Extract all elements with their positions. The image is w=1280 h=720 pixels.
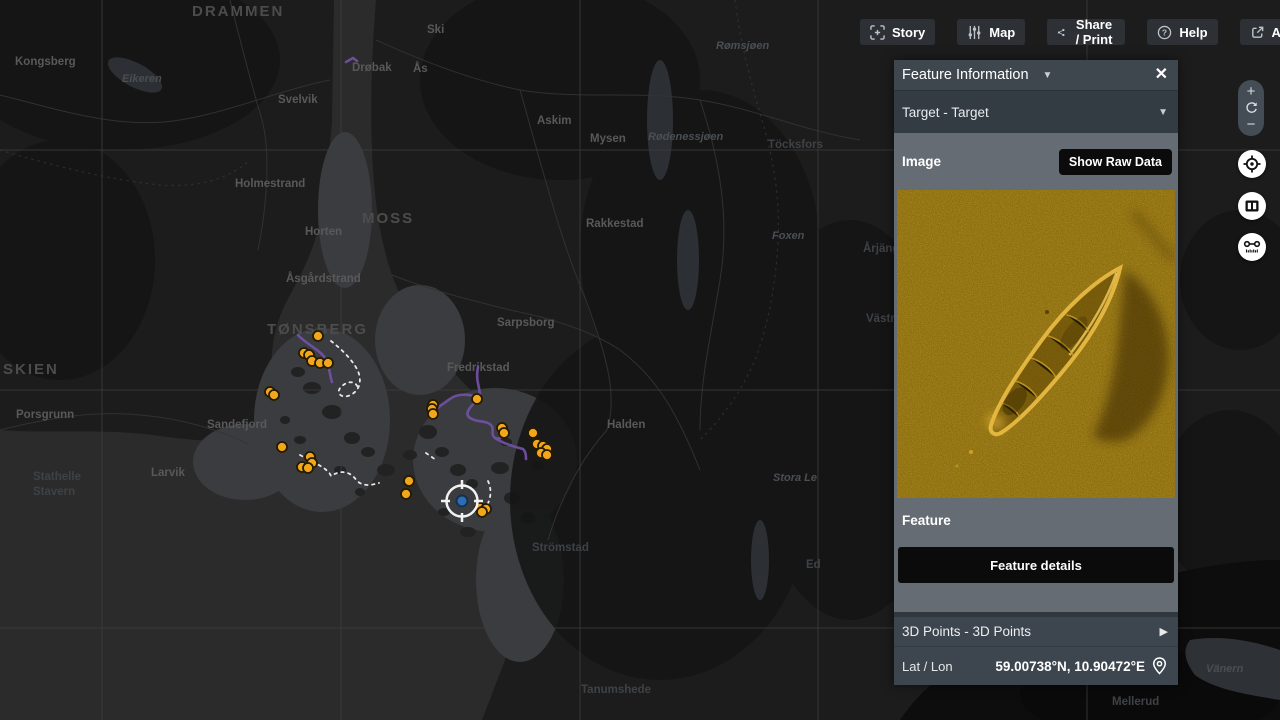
map-label: Larvik [151, 467, 185, 479]
top-toolbar: Story Map Share / Print ? Help [860, 19, 1280, 45]
measure-button[interactable] [1238, 233, 1266, 261]
feature-information-panel: Feature Information ▼ ✕ Target - Target … [894, 60, 1178, 685]
image-section-header: Image Show Raw Data [894, 133, 1178, 190]
target-marker[interactable] [401, 489, 411, 499]
map-label: Stathelle [33, 471, 81, 483]
sonar-image[interactable] [897, 190, 1175, 498]
map-label: Mellerud [1112, 696, 1159, 708]
target-marker[interactable] [428, 409, 438, 419]
locate-button[interactable] [1238, 150, 1266, 178]
show-raw-data-button[interactable]: Show Raw Data [1059, 149, 1172, 175]
latlon-row: Lat / Lon 59.00738°N, 10.90472°E [894, 647, 1178, 685]
map-label: Rødenessjøen [648, 131, 723, 143]
map-label: Kongsberg [15, 56, 76, 68]
target-marker[interactable] [499, 428, 509, 438]
map-label: Stavern [33, 486, 75, 498]
map-label: DRAMMEN [192, 3, 284, 20]
target-selector-row[interactable]: Target - Target ▼ [894, 90, 1178, 133]
split-view-icon [1243, 197, 1261, 215]
target-marker[interactable] [477, 507, 487, 517]
map-label: Horten [305, 226, 342, 238]
selected-point-dot [457, 496, 468, 507]
layers-sliders-icon [967, 25, 982, 40]
map-label: Strömstad [532, 542, 589, 554]
panel-title: Feature Information [902, 67, 1029, 83]
zoom-in-button[interactable]: + [1247, 84, 1256, 99]
map-label: Tanumshede [581, 684, 651, 696]
target-marker[interactable] [542, 450, 552, 460]
map-label: SKIEN [3, 361, 59, 378]
map-label: Ed [806, 559, 821, 571]
map-button[interactable]: Map [957, 19, 1025, 45]
3d-points-label: 3D Points - 3D Points [902, 624, 1031, 639]
panel-body: Image Show Raw Data [894, 133, 1178, 612]
story-button[interactable]: Story [860, 19, 935, 45]
close-panel-button[interactable]: ✕ [1155, 67, 1168, 83]
feature-section-header: Feature [902, 512, 1170, 530]
about-button-label: About [1272, 25, 1280, 40]
target-marker[interactable] [313, 331, 323, 341]
target-marker[interactable] [528, 428, 538, 438]
map-label: MOSS [362, 210, 414, 227]
measure-icon [1242, 237, 1262, 257]
map-label: Porsgrunn [16, 409, 74, 421]
panel-header: Feature Information ▼ ✕ [894, 60, 1178, 90]
help-button[interactable]: ? Help [1147, 19, 1217, 45]
external-link-icon [1250, 25, 1265, 40]
target-marker[interactable] [277, 442, 287, 452]
map-label: Holmestrand [235, 178, 305, 190]
map-label: Ski [427, 24, 444, 36]
map-pin-icon[interactable] [1151, 656, 1168, 676]
map-label: Svelvik [278, 94, 318, 106]
map-label: Askim [537, 115, 572, 127]
target-marker[interactable] [303, 463, 313, 473]
map-label: Rakkestad [586, 218, 644, 230]
story-button-label: Story [892, 25, 925, 40]
map-label: Stora Le [773, 472, 817, 484]
map-label: Ås [413, 62, 428, 75]
about-button[interactable]: About [1240, 19, 1280, 45]
reset-view-button[interactable] [1245, 101, 1258, 116]
app-root: DRAMMENMOSSTØNSBERGSKIENKongsbergSvelvik… [0, 0, 1280, 720]
image-section-label: Image [902, 154, 941, 169]
target-marker[interactable] [404, 476, 414, 486]
help-button-label: Help [1179, 25, 1207, 40]
map-label: Töcksfors [768, 139, 823, 151]
svg-text:?: ? [1162, 27, 1167, 37]
zoom-control: + − [1238, 80, 1264, 136]
map-label: Foxen [772, 230, 805, 242]
share-icon [1057, 25, 1065, 40]
chevron-down-icon[interactable]: ▼ [1043, 70, 1053, 81]
target-marker[interactable] [269, 390, 279, 400]
target-marker[interactable] [323, 358, 333, 368]
map-label: Rømsjøen [716, 40, 769, 52]
share-print-button-label: Share / Print [1073, 17, 1116, 47]
3d-points-row[interactable]: 3D Points - 3D Points ▶ [894, 617, 1178, 647]
chevron-right-icon: ▶ [1160, 625, 1168, 638]
feature-details-button[interactable]: Feature details [898, 547, 1174, 583]
chevron-down-icon: ▼ [1158, 107, 1168, 118]
map-label: Drøbak [352, 62, 392, 74]
story-icon [870, 25, 885, 40]
latlon-label: Lat / Lon [902, 659, 953, 674]
map-label: Mysen [590, 133, 626, 145]
map-label: Åsgårdstrand [286, 272, 361, 285]
map-label: Eikeren [122, 73, 162, 85]
map-label: Vänern [1206, 663, 1244, 675]
share-print-button[interactable]: Share / Print [1047, 19, 1125, 45]
help-icon: ? [1157, 25, 1172, 40]
target-marker[interactable] [472, 394, 482, 404]
map-label: Halden [607, 419, 645, 431]
feature-section-label: Feature [902, 513, 951, 528]
map-button-label: Map [989, 25, 1015, 40]
zoom-out-button[interactable]: − [1247, 117, 1256, 132]
split-view-button[interactable] [1238, 192, 1266, 220]
map-label: Sarpsborg [497, 317, 555, 329]
reset-rotation-icon [1245, 101, 1258, 114]
target-selector-label: Target - Target [902, 105, 989, 120]
map-label: Sandefjord [207, 419, 267, 431]
locate-crosshair-icon [1242, 154, 1262, 174]
latlon-value: 59.00738°N, 10.90472°E [995, 659, 1145, 674]
